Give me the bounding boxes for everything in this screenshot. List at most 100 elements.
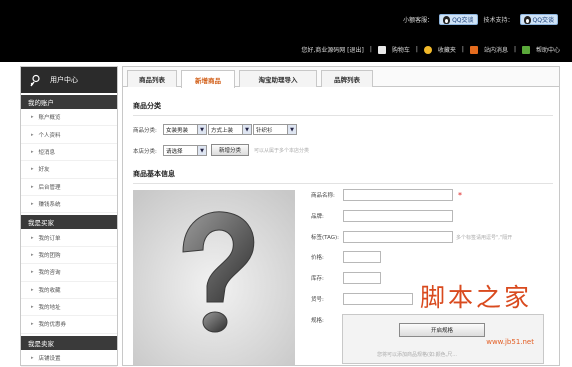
sidebar-item-group-buy[interactable]: ▸ 我的团购 (21, 247, 117, 265)
watermark-text: 脚本之家 (419, 283, 532, 312)
chevron-down-icon: ▼ (287, 125, 296, 134)
sidebar-header: 用户中心 (21, 67, 117, 93)
sidebar-item-profile[interactable]: ▸ 个人资料 (21, 126, 117, 144)
product-name-input[interactable] (343, 189, 453, 201)
arrow-right-icon: ▸ (31, 183, 34, 190)
sidebar-item-label: 账户概览 (38, 115, 61, 122)
tech-qq-button[interactable]: QQ交谈 (519, 14, 558, 25)
help-icon (521, 45, 530, 54)
tab-product-list[interactable]: 商品列表 (127, 70, 177, 87)
tab-brand-list[interactable]: 品牌列表 (321, 70, 373, 87)
help-link[interactable]: 帮助中心 (536, 45, 560, 54)
sku-label: 货号: (311, 297, 324, 303)
sku-input[interactable] (343, 293, 413, 305)
messages-link[interactable]: 站内消息 (484, 45, 508, 54)
tags-label: 标签(TAG): (311, 235, 340, 241)
required-marker: * (458, 191, 462, 200)
store-category-value: 请选择 (166, 148, 183, 155)
qq-button-label: QQ交谈 (532, 17, 554, 24)
sidebar-item-label: 店铺设置 (38, 355, 61, 362)
price-label: 价格: (311, 255, 324, 261)
star-icon (423, 45, 432, 54)
category-section-title: 商品分类 (133, 102, 161, 110)
store-category-label: 本店分类: (133, 149, 157, 155)
divider (133, 183, 553, 184)
arrow-right-icon: ▸ (31, 114, 34, 121)
sidebar-item-label: 好友 (38, 167, 50, 174)
arrow-right-icon: ▸ (31, 251, 34, 258)
enable-spec-button[interactable]: 开启规格 (399, 323, 485, 337)
qq-penguin-icon (443, 15, 451, 24)
basic-info-section-title: 商品基本信息 (133, 170, 175, 178)
category-select-1[interactable]: 女装男装 ▼ (163, 124, 207, 135)
cart-link[interactable]: 购物车 (392, 45, 410, 54)
arrow-right-icon: ▸ (31, 286, 34, 293)
user-nav: 您好,商业源码网 [退出] | 购物车 | 收藏夹 | 站内消息 | 帮助中心 (301, 45, 560, 54)
sidebar-item-inquiries[interactable]: ▸ 我的咨询 (21, 264, 117, 282)
arrow-right-icon: ▸ (31, 269, 34, 276)
nav-divider: | (415, 46, 418, 53)
category-select-3[interactable]: 针织衫 ▼ (253, 124, 297, 135)
sidebar-item-label: 我的订单 (38, 235, 61, 242)
sidebar-item-account-overview[interactable]: ▸ 账户概览 (21, 109, 117, 127)
category-label: 商品分类: (133, 128, 157, 134)
spec-label: 规格: (311, 318, 324, 324)
sidebar-item-store-settings[interactable]: ▸ 店铺设置 (21, 350, 117, 367)
store-category-select[interactable]: 请选择 ▼ (163, 145, 207, 156)
support-bar: 小额客服： QQ交谈 技术支持： QQ交谈 (403, 14, 558, 25)
support-qq-button[interactable]: QQ交谈 (439, 14, 478, 25)
arrow-right-icon: ▸ (31, 234, 34, 241)
stock-label: 库存: (311, 276, 324, 282)
tab-add-product[interactable]: 新增商品 (181, 70, 235, 88)
arrow-right-icon: ▸ (31, 166, 34, 173)
message-icon (469, 45, 478, 54)
spec-note: 您将可以添加商品规格(如:颜色,尺... (377, 352, 457, 358)
nav-divider: | (461, 46, 464, 53)
tab-taobao-import[interactable]: 淘宝助理导入 (239, 70, 317, 87)
sidebar-item-label: 我的团购 (38, 252, 61, 259)
chevron-down-icon: ▼ (197, 125, 206, 134)
tab-bar: 商品列表 新增商品 淘宝助理导入 品牌列表 (123, 67, 559, 88)
sidebar-item-short-message[interactable]: ▸ 短消息 (21, 144, 117, 162)
chevron-down-icon: ▼ (197, 146, 206, 155)
product-image-placeholder[interactable] (133, 190, 295, 365)
tags-input[interactable] (343, 231, 453, 243)
qq-penguin-icon (523, 15, 531, 24)
sidebar-item-label: 后台管理 (38, 184, 61, 191)
sidebar-item-label: 我的地址 (38, 305, 61, 312)
divider (133, 115, 553, 116)
arrow-right-icon: ▸ (31, 321, 34, 328)
category-select-3-value: 针织衫 (256, 127, 273, 134)
nav-divider: | (513, 46, 516, 53)
price-input[interactable] (343, 251, 381, 263)
arrow-right-icon: ▸ (31, 201, 34, 208)
sidebar-item-label: 我的优惠券 (38, 322, 67, 329)
main-panel: 商品列表 新增商品 淘宝助理导入 品牌列表 商品分类 商品分类: 女装男装 ▼ … (122, 66, 560, 366)
sidebar-item-label: 短消息 (38, 149, 56, 156)
qq-button-label: QQ交谈 (452, 17, 474, 24)
nav-divider: | (369, 46, 372, 53)
sidebar-title: 用户中心 (50, 76, 78, 84)
support-label: 小额客服： (403, 17, 434, 24)
stock-input[interactable] (343, 272, 381, 284)
sidebar-item-my-orders[interactable]: ▸ 我的订单 (21, 229, 117, 247)
sidebar-item-earning-system[interactable]: ▸ 赚钱系统 (21, 196, 117, 214)
product-name-label: 商品名称: (311, 193, 335, 199)
favorites-link[interactable]: 收藏夹 (438, 45, 456, 54)
sidebar-item-friends[interactable]: ▸ 好友 (21, 161, 117, 179)
category-select-2[interactable]: 方式上装 ▼ (208, 124, 252, 135)
brand-input[interactable] (343, 210, 453, 222)
sidebar-item-coupons[interactable]: ▸ 我的优惠券 (21, 316, 117, 334)
tech-support-label: 技术支持： (483, 17, 514, 24)
store-category-hint: 可以从属于多个本店分类 (254, 148, 310, 154)
sidebar-item-label: 赚钱系统 (38, 202, 61, 209)
user-greeting[interactable]: 您好,商业源码网 [退出] (301, 45, 364, 54)
sidebar-item-label: 我的咨询 (38, 270, 61, 277)
sidebar-item-admin[interactable]: ▸ 后台管理 (21, 179, 117, 196)
sidebar-item-addresses[interactable]: ▸ 我的地址 (21, 299, 117, 317)
sidebar-item-favorites[interactable]: ▸ 我的收藏 (21, 282, 117, 299)
add-category-button[interactable]: 新增分类 (211, 144, 249, 156)
user-center-sidebar: 用户中心 我的账户 ▸ 账户概览 ▸ 个人资料 ▸ 短消息 ▸ 好友 ▸ 后台管理 ▸ 赚钱… (20, 66, 118, 367)
user-icon (29, 74, 42, 87)
sidebar-item-label: 个人资料 (38, 132, 61, 139)
